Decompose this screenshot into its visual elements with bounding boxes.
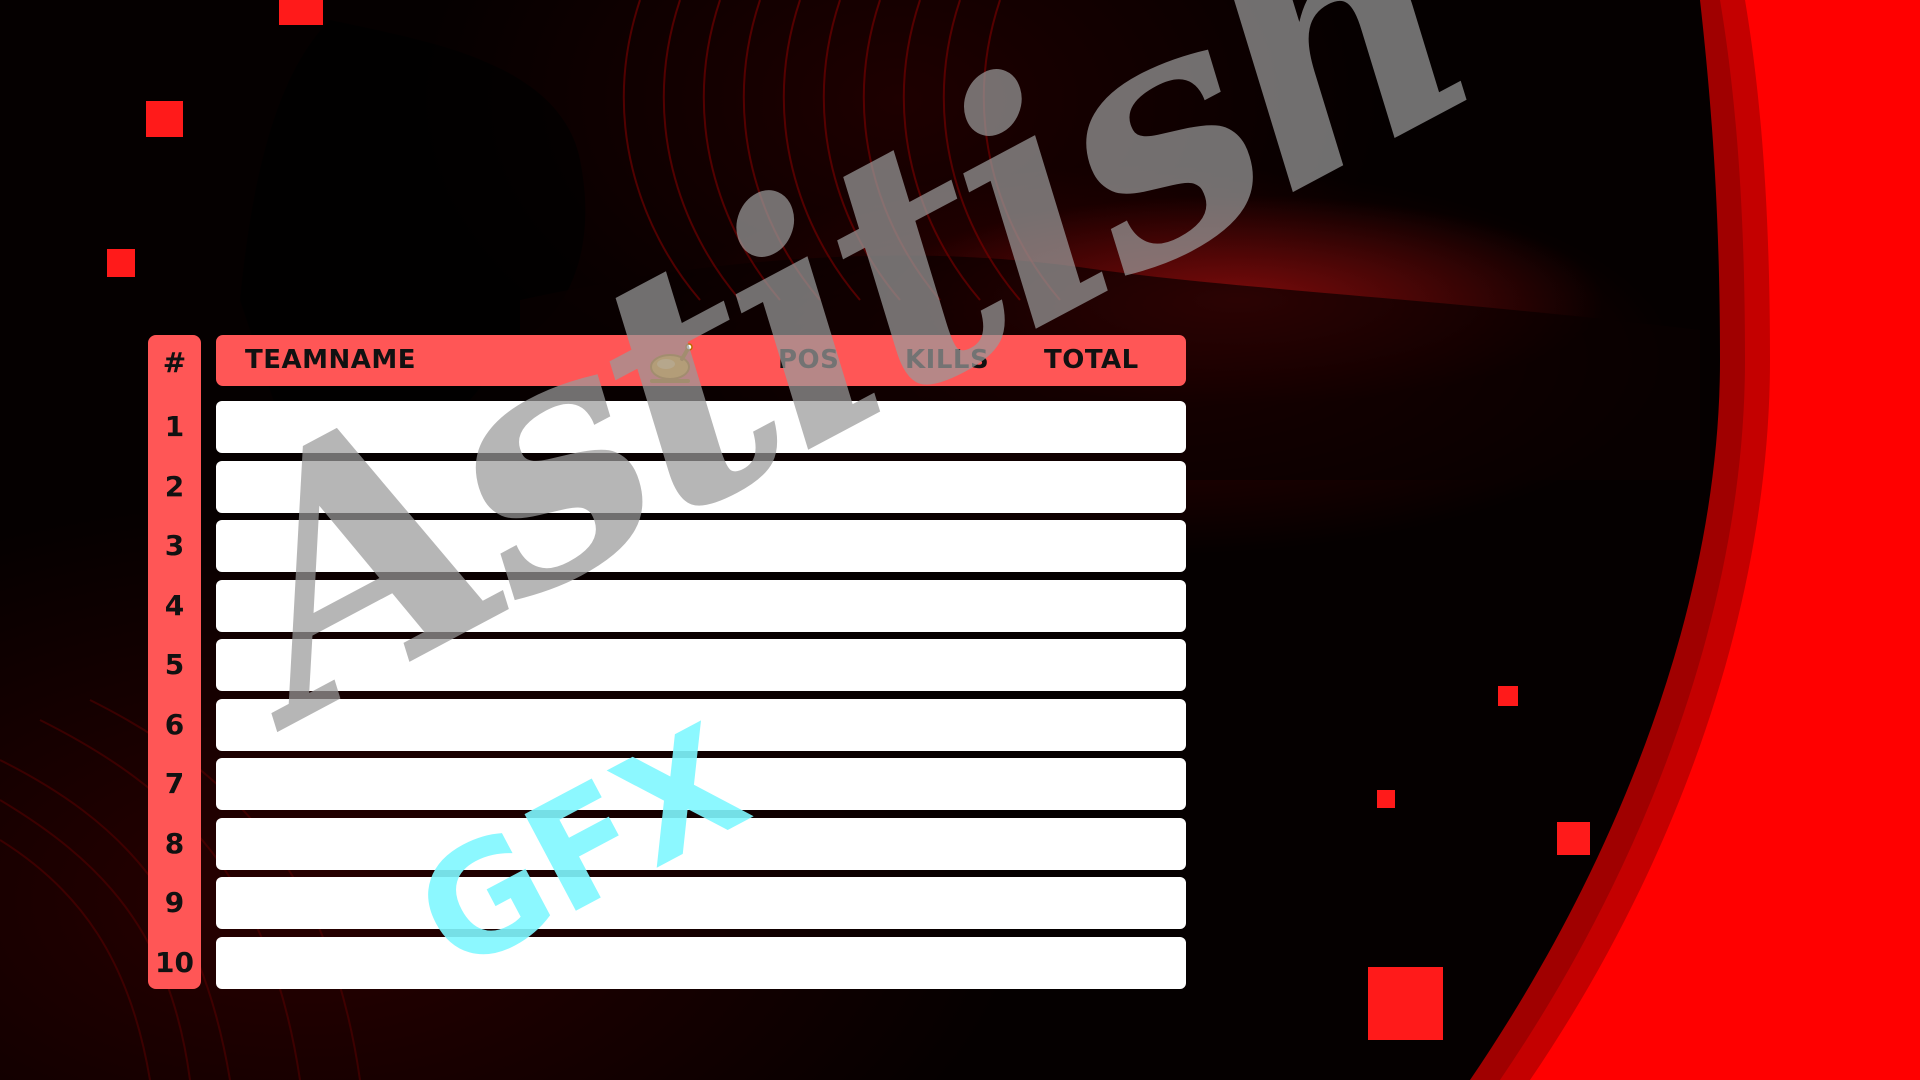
red-square (279, 0, 323, 25)
team-row (216, 639, 1186, 691)
team-row (216, 937, 1186, 989)
header-pos: POS (778, 345, 840, 375)
scoreboard-header: TEAMNAME POS KILLS TOTAL (216, 335, 1186, 386)
rank-number: 8 (164, 827, 185, 860)
team-row (216, 699, 1186, 751)
red-square (1498, 686, 1518, 706)
rank-number: 10 (155, 946, 194, 979)
rank-number: 4 (164, 589, 185, 622)
scoreboard-stage: # 1 2 3 4 5 6 7 8 9 10 TEAMNAME POS KILLS TOTAL A… (0, 0, 1920, 1080)
rank-number: 5 (164, 648, 185, 681)
red-square (1557, 822, 1590, 855)
chicken-dinner-icon (646, 341, 694, 397)
header-teamname: TEAMNAME (245, 345, 417, 375)
hash-label: # (162, 346, 187, 379)
rank-number: 2 (164, 470, 185, 503)
team-row (216, 520, 1186, 572)
rank-number: 7 (164, 767, 185, 800)
team-row (216, 401, 1186, 453)
red-square (1377, 790, 1395, 808)
rank-number: 6 (164, 708, 185, 741)
team-row (216, 877, 1186, 929)
header-kills: KILLS (905, 345, 990, 375)
team-row (216, 580, 1186, 632)
team-row (216, 818, 1186, 870)
header-total: TOTAL (1044, 345, 1139, 375)
rank-number: 3 (164, 529, 185, 562)
red-square (107, 249, 135, 277)
red-square (146, 101, 183, 137)
rank-number: 1 (164, 410, 185, 443)
team-row (216, 758, 1186, 810)
rank-number: 9 (164, 886, 185, 919)
red-square (1368, 967, 1443, 1040)
team-row (216, 461, 1186, 513)
